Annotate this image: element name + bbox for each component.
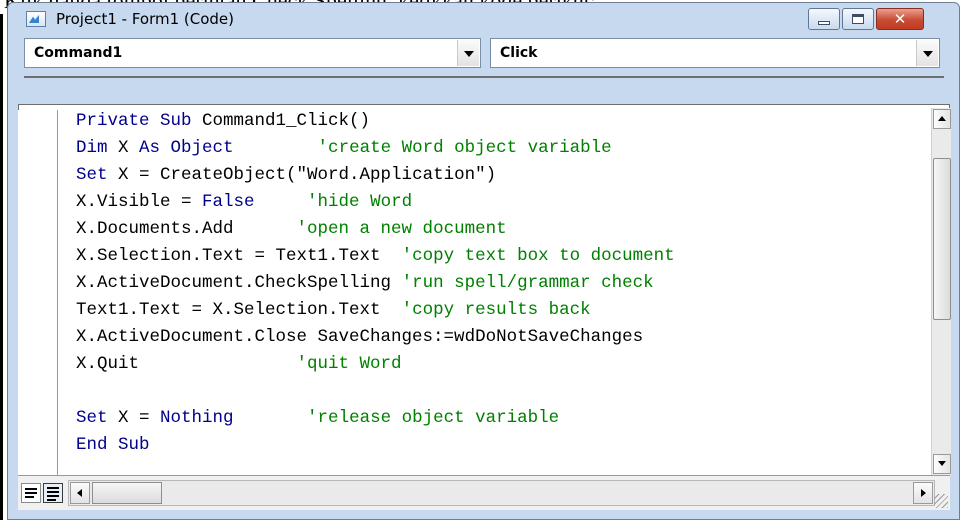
minimize-button[interactable] [808, 8, 840, 30]
code-comment: 'hide Word [254, 192, 413, 212]
code-comment: 'open a new document [233, 219, 507, 239]
code-keyword: Set [76, 165, 119, 185]
code-line[interactable]: Set X = Nothing 'release object variable [76, 405, 931, 432]
code-comment: 'release object variable [233, 408, 560, 428]
code-line[interactable]: X.Documents.Add 'open a new document [76, 216, 931, 243]
code-keyword: Dim [76, 138, 119, 158]
code-comment: 'quit Word [139, 354, 402, 374]
horizontal-scroll-thumb[interactable] [92, 482, 162, 504]
code-keyword: As Object [139, 138, 234, 158]
maximize-icon [852, 14, 864, 24]
code-line[interactable]: X.Quit 'quit Word [76, 351, 931, 378]
document-edge [0, 14, 3, 520]
object-combo[interactable]: Command1 [24, 38, 481, 68]
code-text: X.Documents.Add [76, 219, 234, 239]
code-line[interactable]: Text1.Text = X.Selection.Text 'copy resu… [76, 297, 931, 324]
arrow-right-icon[interactable] [913, 482, 933, 504]
close-button[interactable]: ✕ [876, 8, 924, 30]
code-text: X.Visible = [76, 192, 203, 212]
code-text: X.ActiveDocument.CheckSpelling [76, 273, 392, 293]
procedure-combo-value: Click [500, 45, 538, 61]
code-text: X.Selection.Text = Text1.Text [76, 246, 381, 266]
code-keyword: Private Sub [76, 111, 203, 131]
code-text: X [118, 138, 140, 158]
code-line[interactable]: X.Selection.Text = Text1.Text 'copy text… [76, 243, 931, 270]
code-text: X = CreateObject("Word.Application") [118, 165, 497, 185]
vertical-scroll-thumb[interactable] [933, 158, 951, 320]
arrow-up-icon[interactable] [933, 109, 951, 129]
divider [24, 76, 944, 78]
code-editor[interactable]: Private Sub Command1_Click() Dim X As Obj… [76, 108, 931, 475]
code-line[interactable]: X.ActiveDocument.CheckSpelling 'run spel… [76, 270, 931, 297]
object-combo-value: Command1 [34, 45, 123, 61]
code-line[interactable]: Dim X As Object 'create Word object vari… [76, 135, 931, 162]
arrow-down-icon[interactable] [933, 454, 951, 474]
close-icon: ✕ [893, 9, 907, 28]
margin-indicator-bar[interactable] [18, 110, 58, 475]
minimize-icon [818, 21, 830, 25]
horizontal-scrollbar[interactable] [68, 480, 935, 506]
arrow-left-icon[interactable] [70, 482, 90, 504]
window-title: Project1 - Form1 (Code) [56, 10, 235, 28]
code-line[interactable]: Set X = CreateObject("Word.Application") [76, 162, 931, 189]
code-line[interactable]: Private Sub Command1_Click() [76, 108, 931, 135]
chevron-down-icon[interactable] [457, 40, 479, 66]
code-line[interactable] [76, 378, 931, 405]
code-text: X = [118, 408, 161, 428]
title-bar[interactable]: Project1 - Form1 (Code) ✕ [8, 3, 959, 35]
vertical-scrollbar[interactable] [931, 108, 951, 475]
code-comment: 'copy results back [380, 300, 591, 320]
code-line[interactable]: X.Visible = False 'hide Word [76, 189, 931, 216]
code-keyword: Set [76, 408, 119, 428]
code-text: Command1_Click() [202, 111, 371, 131]
code-keyword: End Sub [76, 435, 150, 455]
procedure-view-icon[interactable] [21, 483, 41, 503]
code-line[interactable]: End Sub [76, 432, 931, 459]
code-text: X.Quit [76, 354, 140, 374]
vb-form-icon [26, 11, 46, 27]
chevron-down-icon[interactable] [916, 40, 938, 66]
code-line[interactable]: X.ActiveDocument.Close SaveChanges:=wdDo… [76, 324, 931, 351]
procedure-combo[interactable]: Click [490, 38, 940, 68]
code-keyword: Nothing [160, 408, 234, 428]
code-comment: 'copy text box to document [380, 246, 675, 266]
code-comment: 'create Word object variable [233, 138, 612, 158]
code-keyword: False [202, 192, 255, 212]
code-text: Text1.Text = X.Selection.Text [76, 300, 381, 320]
code-text: X.ActiveDocument.Close SaveChanges:=wdDo… [76, 327, 644, 347]
maximize-button[interactable] [842, 8, 874, 30]
bottom-bar [18, 475, 950, 510]
full-module-view-icon[interactable] [43, 483, 63, 503]
resize-grip-icon[interactable] [934, 494, 948, 508]
code-comment: 'run spell/grammar check [391, 273, 654, 293]
